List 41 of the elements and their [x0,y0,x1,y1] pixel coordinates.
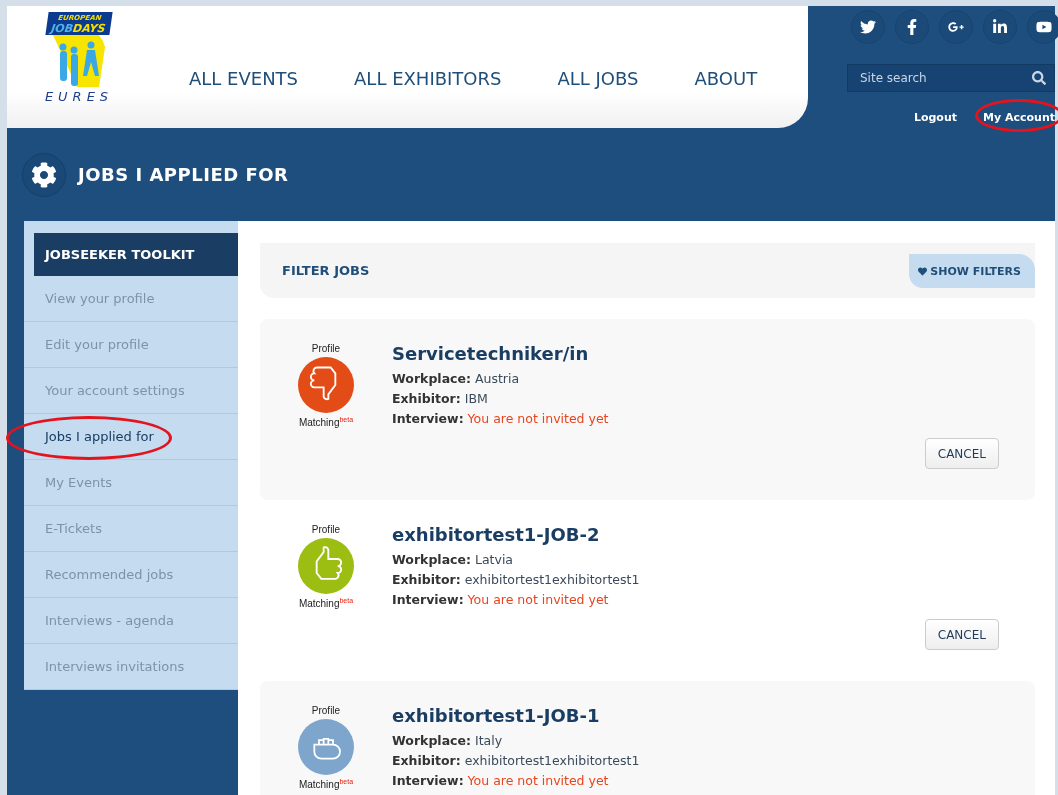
match-label: Matching$^{beta}$ [298,416,354,429]
heart-icon [918,266,928,276]
job-title[interactable]: exhibitortest1-JOB-2 [392,524,640,545]
match-label: Matching$^{beta}$ [298,778,354,791]
filter-title: FILTER JOBS [281,263,371,278]
youtube-icon[interactable] [1027,10,1058,44]
job-detail: Exhibitor: exhibitortest1exhibitortest1 [392,753,640,768]
cancel-button[interactable]: CANCEL [924,438,999,470]
match-label: Matching$^{beta}$ [298,597,354,610]
page-title: JOBS I APPLIED FOR [78,164,289,185]
cancel-button[interactable]: CANCEL [924,619,999,651]
thumbs-up-icon [298,538,354,594]
sidebar-title: JOBSEEKER TOOLKIT [34,233,238,276]
job-detail: Interview: You are not invited yet [392,773,610,788]
job-detail: Interview: You are not invited yet [392,411,609,426]
show-filters-button[interactable]: SHOW FILTERS [909,254,1035,288]
search-icon[interactable] [1032,71,1046,85]
nav-link[interactable]: ABOUT [694,68,758,89]
job-detail: Exhibitor: exhibitortest1exhibitortest1 [392,572,640,587]
match-label: Profile [311,705,341,716]
job-detail: Interview: You are not invited yet [392,592,610,607]
nav-link[interactable]: ALL JOBS [557,68,639,89]
googleplus-icon[interactable] [939,10,973,44]
nav-link[interactable]: ALL EXHIBITORS [354,68,502,89]
job-detail: Exhibitor: IBM [392,391,489,406]
nav-link[interactable]: ALL EVENTS [189,68,299,89]
account-link[interactable]: My Account [983,111,1055,124]
match-label: Profile [311,343,341,354]
gear-icon [22,152,66,197]
match-label: Profile [311,524,341,535]
job-detail: Workplace: Austria [392,371,521,386]
thumbs-down-icon [298,357,354,413]
job-title[interactable]: Servicetechniker/in [392,343,609,364]
facebook-icon[interactable] [895,10,929,44]
job-detail: Workplace: Italy [392,733,504,748]
job-detail: Workplace: Latvia [392,552,514,567]
search-field[interactable]: Site search [847,64,1055,92]
twitter-icon[interactable] [851,10,885,44]
linkedin-icon[interactable] [983,10,1017,44]
account-link[interactable]: Logout [913,111,957,124]
job-title[interactable]: exhibitortest1-JOB-1 [392,705,640,726]
